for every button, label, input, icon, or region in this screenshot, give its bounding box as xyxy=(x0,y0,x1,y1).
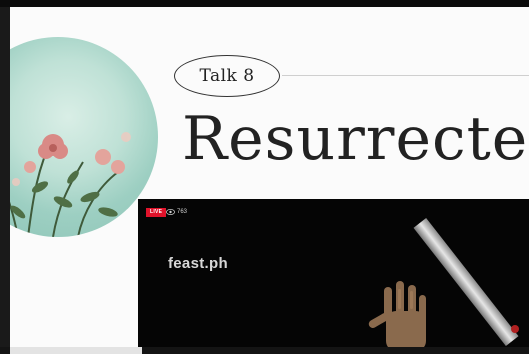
live-badge: LIVE xyxy=(146,208,167,217)
talk-label: Talk 8 xyxy=(199,66,255,86)
screen-frame: Talk 8 Resurrected LIVE 763 feast.ph xyxy=(0,0,529,354)
left-border xyxy=(0,7,10,347)
eye-icon xyxy=(166,209,175,215)
slide-title: Resurrected xyxy=(182,104,529,174)
livestream-video[interactable]: LIVE 763 feast.ph xyxy=(138,199,529,347)
bottom-strip xyxy=(10,347,142,354)
bottom-border xyxy=(0,347,529,354)
hand-silhouette xyxy=(368,281,426,347)
viewer-count: 763 xyxy=(166,207,187,217)
presentation-slide: Talk 8 Resurrected LIVE 763 feast.ph xyxy=(10,7,529,347)
viewer-count-value: 763 xyxy=(177,209,188,215)
flower-photo-circle xyxy=(10,37,158,237)
stream-watermark: feast.ph xyxy=(168,255,228,272)
flowers-illustration xyxy=(10,132,131,237)
talk-label-pill: Talk 8 xyxy=(174,55,280,97)
header-divider-line xyxy=(282,75,529,76)
